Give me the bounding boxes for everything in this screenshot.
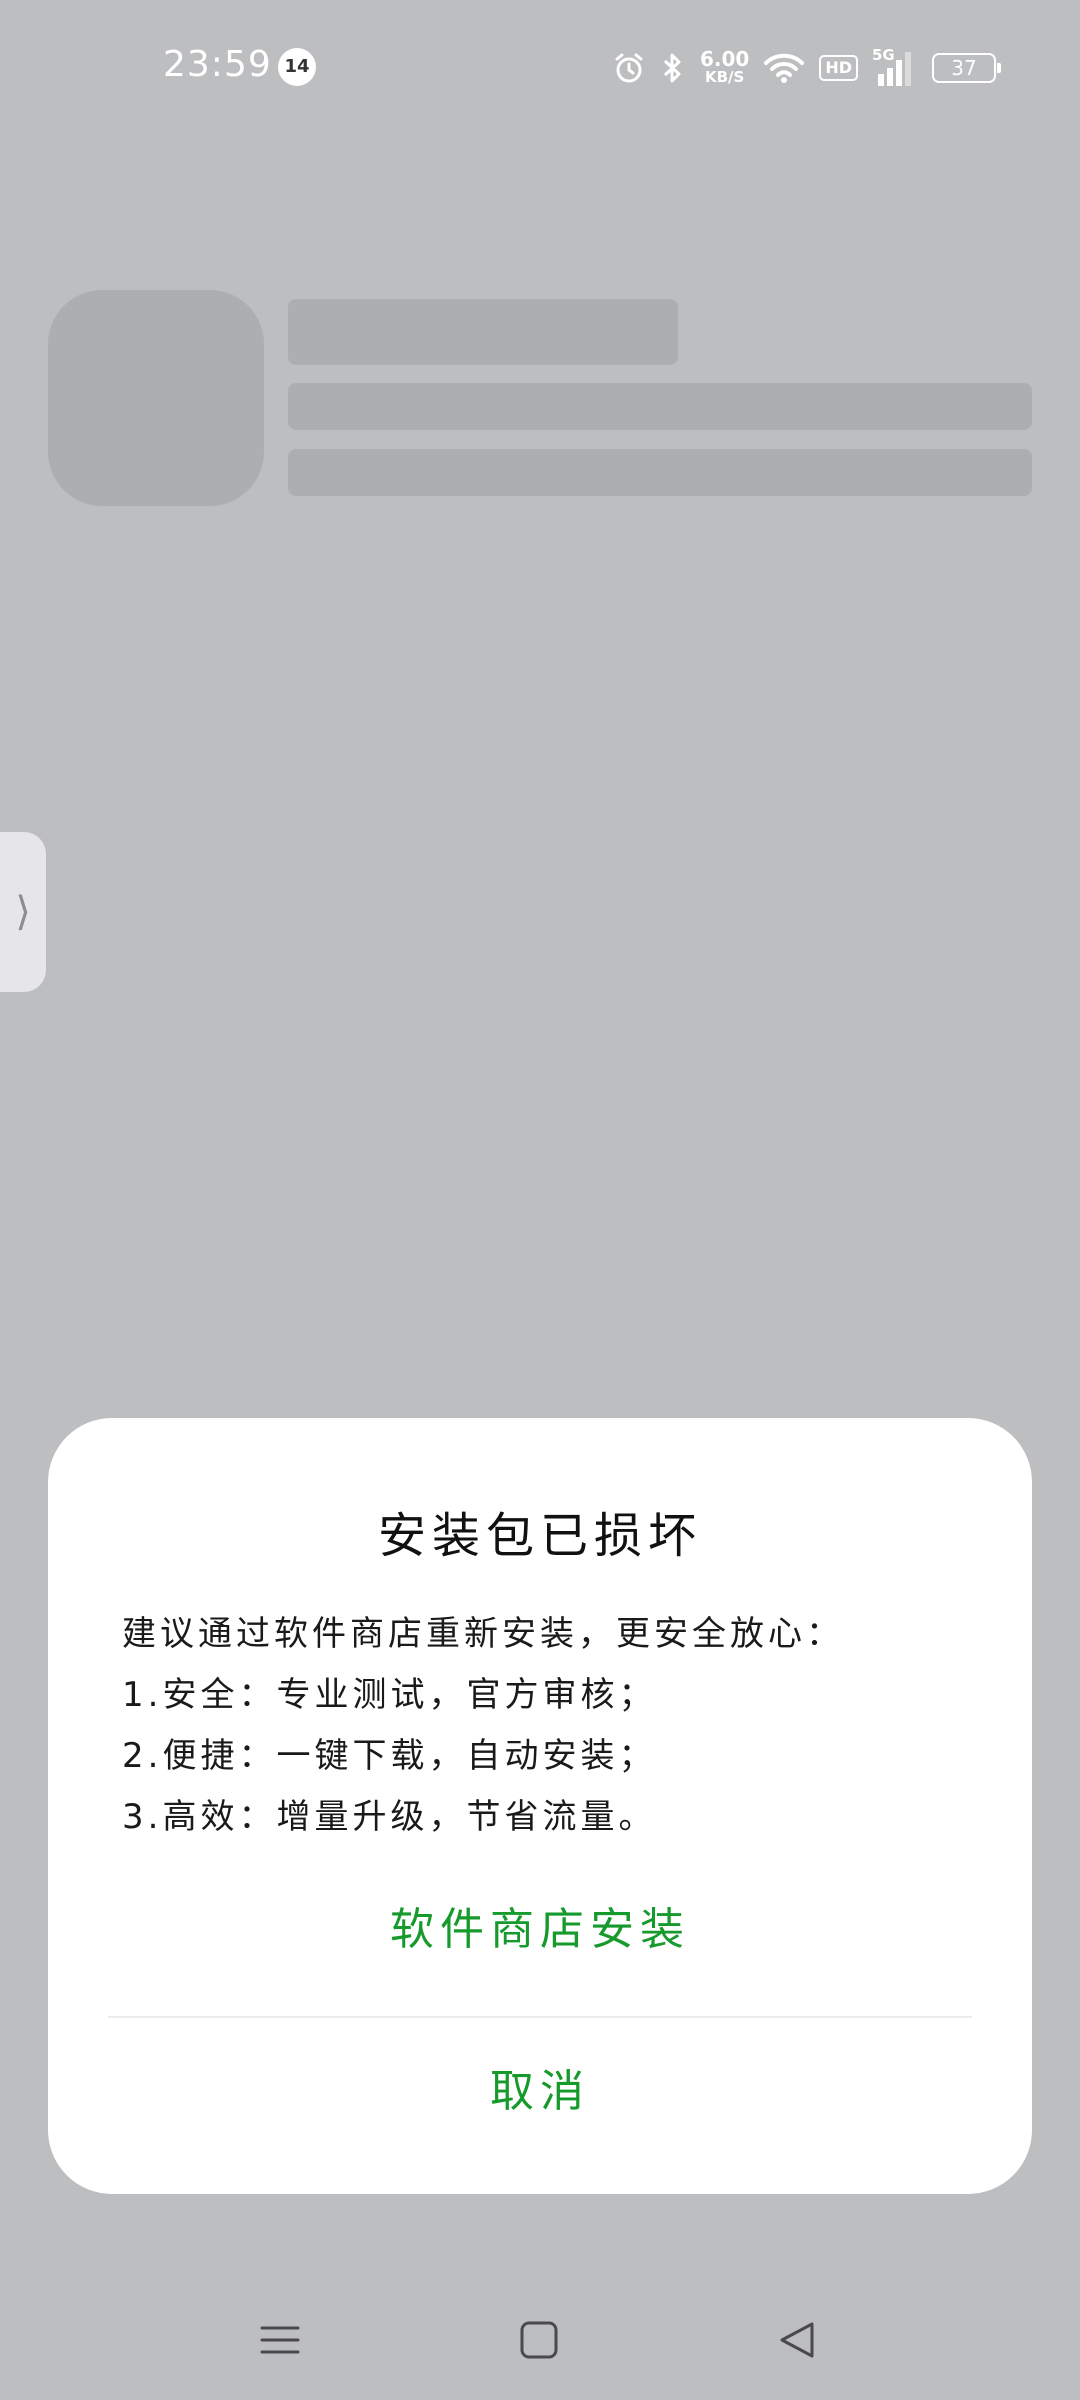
app-info-placeholder [288,383,1032,430]
side-panel-handle[interactable]: ⟩ [0,832,46,992]
alarm-icon [612,51,646,85]
hd-badge: HD [819,55,858,81]
wifi-icon [763,51,805,85]
status-icons: 6.00 KB/S HD 5G 37 [612,42,1001,94]
app-icon-placeholder [48,290,264,506]
dialog-message: 建议通过软件商店重新安装，更安全放心： 1.安全：专业测试，官方审核； 2.便捷… [122,1604,972,1848]
signal-icon: 5G [872,46,918,88]
status-time: 23:59 [163,44,272,85]
app-detail-placeholder [288,449,1032,496]
network-speed-unit: KB/S [704,68,745,86]
dialog-divider [108,2016,972,2018]
notification-count-badge: 14 [278,48,316,86]
package-damaged-dialog: 安装包已损坏 建议通过软件商店重新安装，更安全放心： 1.安全：专业测试，官方审… [48,1418,1032,2194]
install-from-store-button[interactable]: 软件商店安装 [108,1880,972,1980]
status-bar: 23:59 14 6.00 KB/S HD 5G 37 [0,0,1080,140]
bluetooth-icon [660,51,686,85]
cancel-button[interactable]: 取消 [108,2030,972,2154]
dialog-title: 安装包已损坏 [377,1508,702,1564]
back-icon[interactable] [767,2310,827,2370]
dialog-message-line: 1.安全：专业测试，官方审核； [122,1675,657,1715]
battery-icon: 37 [932,53,1001,83]
app-name-placeholder [288,299,678,365]
network-speed-value: 6.00 [699,47,750,71]
dialog-message-line: 3.高效：增量升级，节省流量。 [122,1797,657,1837]
chevron-right-icon: ⟩ [15,889,31,935]
dialog-message-line: 建议通过软件商店重新安装，更安全放心： [122,1614,844,1654]
navigation-bar [0,2270,1080,2400]
dialog-message-line: 2.便捷：一键下载，自动安装； [122,1736,657,1776]
home-icon[interactable] [509,2310,569,2370]
network-speed: 6.00 KB/S [699,47,750,86]
menu-icon[interactable] [250,2310,310,2370]
